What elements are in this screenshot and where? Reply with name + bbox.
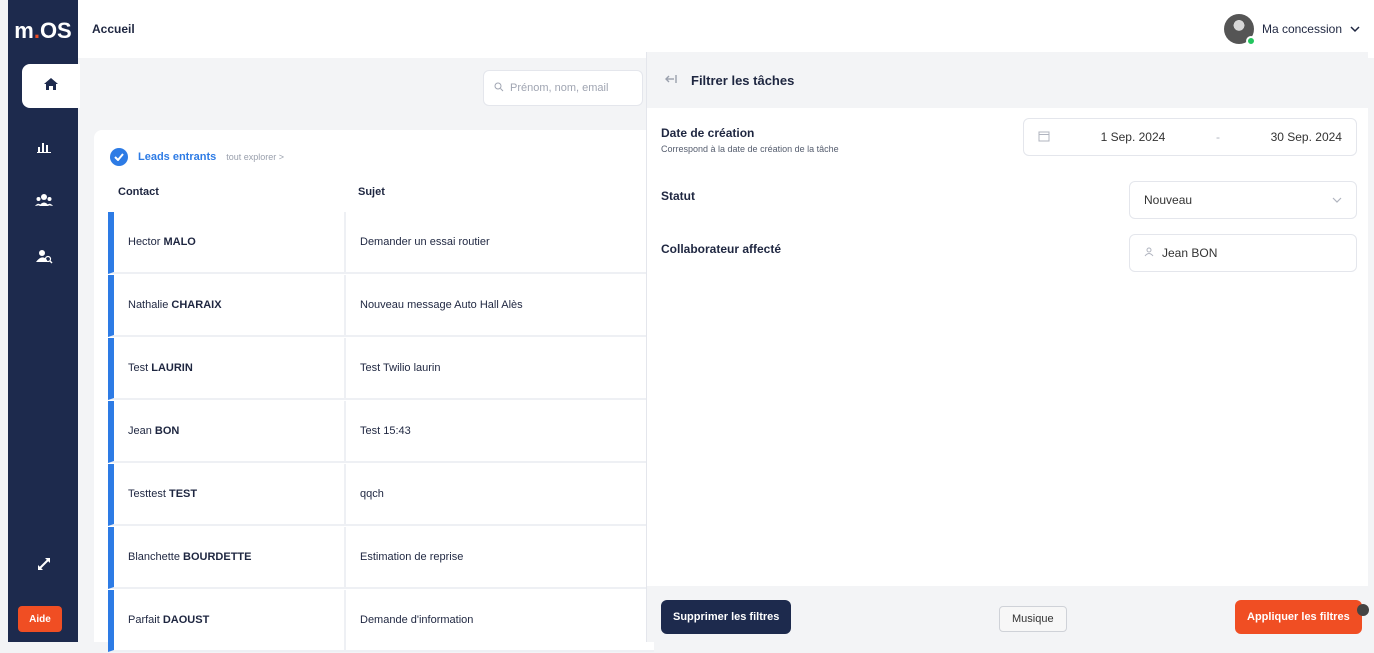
online-status-icon: [1245, 36, 1256, 46]
subject-cell: Nouveau message Auto Hall Alès: [344, 275, 523, 335]
clear-filters-button[interactable]: Supprimer les filtres: [661, 600, 792, 634]
user-search-icon: [35, 248, 53, 269]
contact-cell: Jean BON: [114, 425, 344, 437]
assignee-input[interactable]: Jean BON: [1129, 234, 1357, 272]
status-select[interactable]: Nouveau: [1129, 181, 1357, 219]
chart-icon: [36, 138, 52, 159]
subject-cell: qqch: [344, 464, 384, 524]
contact-cell: Test LAURIN: [114, 362, 344, 374]
table-row[interactable]: Parfait DAOUST Demande d'information: [108, 590, 654, 652]
team-icon: [35, 192, 53, 213]
contact-last-name: TEST: [168, 488, 198, 500]
filter-row-date: Date de création Correspond à la date de…: [661, 118, 1363, 156]
subject-cell: Demande d'information: [344, 590, 473, 650]
table-row[interactable]: Testtest TEST qqch: [108, 464, 654, 526]
avatar[interactable]: [1223, 14, 1256, 46]
contact-cell: Hector MALO: [114, 236, 344, 248]
help-button[interactable]: Aide: [18, 606, 62, 632]
contact-last-name: MALO: [163, 236, 196, 248]
filter-row-assignee: Collaborateur affecté Jean BON: [661, 234, 1363, 272]
column-header-subject: Sujet: [358, 186, 385, 198]
filter-panel-title: Filtrer les tâches: [691, 72, 795, 88]
table-row[interactable]: Hector MALO Demander un essai routier: [108, 212, 654, 274]
search-placeholder: Prénom, nom, email: [510, 82, 609, 94]
contact-first-name: Testtest: [128, 488, 166, 500]
subject-cell: Demander un essai routier: [344, 212, 490, 272]
contact-last-name: BON: [154, 425, 180, 437]
filter-row-status: Statut Nouveau: [661, 181, 1363, 219]
contact-first-name: Parfait: [128, 614, 160, 626]
assignee-value: Jean BON: [1162, 246, 1218, 260]
sidebar-item-team[interactable]: [22, 180, 66, 224]
sidebar: m. OS Aide: [8, 0, 80, 642]
account-menu[interactable]: Ma concession: [1223, 14, 1360, 46]
chevron-down-icon: [1350, 22, 1360, 36]
contact-last-name: CHARAIX: [171, 299, 222, 311]
subject-cell: Estimation de reprise: [344, 527, 463, 587]
date-range-picker[interactable]: 1 Sep. 2024 - 30 Sep. 2024: [1023, 118, 1357, 156]
contact-cell: Parfait DAOUST: [114, 614, 344, 626]
account-label: Ma concession: [1261, 22, 1342, 36]
filter-panel-header: Filtrer les tâches: [647, 52, 1368, 108]
contact-cell: Blanchette BOURDETTE: [114, 551, 344, 563]
date-to[interactable]: 30 Sep. 2024: [1271, 130, 1342, 144]
check-circle-icon: [110, 148, 128, 166]
contact-cell: Nathalie CHARAIX: [114, 299, 344, 311]
music-button[interactable]: Musique: [999, 606, 1067, 632]
contact-last-name: BOURDETTE: [183, 551, 252, 563]
contact-first-name: Nathalie: [128, 299, 169, 311]
contact-first-name: Jean: [128, 425, 152, 437]
sidebar-item-contacts[interactable]: [22, 236, 66, 280]
explore-link[interactable]: tout explorer >: [226, 152, 284, 162]
contact-first-name: Blanchette: [128, 551, 180, 563]
app-logo[interactable]: m. OS: [8, 8, 78, 54]
corner-dot-icon: [1357, 604, 1369, 616]
column-header-contact: Contact: [118, 186, 159, 198]
status-value: Nouveau: [1144, 193, 1193, 207]
apply-filters-button[interactable]: Appliquer les filtres: [1235, 600, 1362, 634]
logo-suffix: OS: [39, 18, 72, 43]
leads-card: Leads entrants tout explorer > Contact S…: [94, 130, 654, 652]
contact-cell: Testtest TEST: [114, 488, 344, 500]
chevron-down-icon: [1332, 193, 1342, 207]
sidebar-item-home[interactable]: [22, 64, 80, 108]
logo-prefix: m: [14, 18, 34, 43]
search-input[interactable]: Prénom, nom, email: [483, 70, 643, 106]
contact-last-name: DAOUST: [162, 614, 210, 626]
leads-header: Leads entrants tout explorer >: [110, 148, 284, 166]
leads-title[interactable]: Leads entrants: [138, 151, 216, 163]
date-separator: -: [1215, 130, 1220, 144]
sidebar-item-expand[interactable]: [22, 544, 66, 588]
breadcrumb[interactable]: Accueil: [92, 22, 135, 36]
expand-arrows-icon: [36, 556, 52, 577]
contact-first-name: Test: [128, 362, 149, 374]
home-icon: [43, 76, 59, 97]
collapse-panel-icon[interactable]: [665, 73, 677, 87]
top-bar: Accueil Ma concession: [78, 0, 1374, 58]
sidebar-item-stats[interactable]: [22, 126, 66, 170]
subject-cell: Test 15:43: [344, 401, 411, 461]
contact-first-name: Hector: [128, 236, 161, 248]
table-row[interactable]: Blanchette BOURDETTE Estimation de repris…: [108, 527, 654, 589]
table-row[interactable]: Test LAURIN Test Twilio laurin: [108, 338, 654, 400]
filter-panel: Filtrer les tâches Date de création Corr…: [646, 52, 1369, 642]
table-row[interactable]: Jean BON Test 15:43: [108, 401, 654, 463]
subject-cell: Test Twilio laurin: [344, 338, 441, 398]
filter-panel-footer: Supprimer les filtres Musique Appliquer …: [647, 586, 1369, 642]
table-row[interactable]: Nathalie CHARAIX Nouveau message Auto Hal…: [108, 275, 654, 337]
search-icon: [494, 82, 504, 95]
leads-list: Hector MALO Demander un essai routier Nat…: [108, 212, 654, 653]
calendar-icon: [1038, 130, 1050, 145]
contact-last-name: LAURIN: [151, 362, 193, 374]
date-from[interactable]: 1 Sep. 2024: [1101, 130, 1166, 144]
user-icon: [1144, 246, 1154, 260]
